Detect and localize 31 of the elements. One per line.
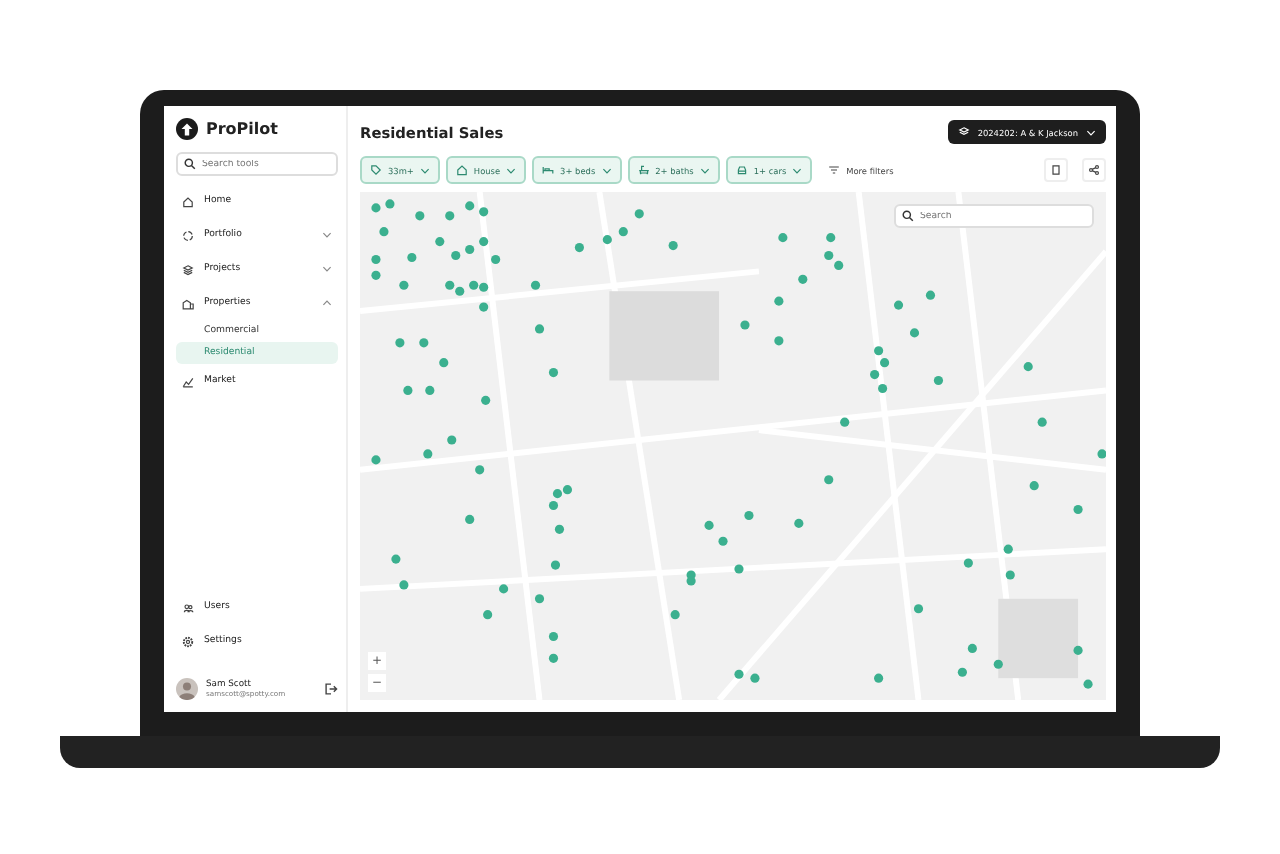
chevron-icon bbox=[699, 167, 710, 173]
car-icon bbox=[735, 164, 748, 176]
house-icon bbox=[455, 164, 468, 176]
logo-icon bbox=[176, 118, 198, 140]
chevron-icon bbox=[322, 232, 332, 238]
settings-icon bbox=[182, 635, 194, 647]
chevron-icon bbox=[322, 266, 332, 272]
layers-icon bbox=[957, 126, 970, 138]
people-icon bbox=[182, 601, 194, 613]
bed-icon bbox=[542, 164, 555, 176]
ring-icon bbox=[182, 229, 194, 241]
avatar-icon bbox=[176, 678, 198, 700]
share-icon[interactable] bbox=[1082, 158, 1106, 182]
chevron-icon bbox=[506, 167, 517, 173]
search-icon bbox=[184, 158, 196, 170]
filter-icon bbox=[828, 164, 841, 176]
bathtub-icon bbox=[637, 164, 650, 176]
app-name: ProPilot bbox=[206, 120, 278, 138]
bookmark-icon[interactable] bbox=[1044, 158, 1068, 182]
tag-icon bbox=[370, 164, 382, 176]
layers-icon bbox=[182, 263, 194, 275]
buildings-icon bbox=[182, 297, 194, 309]
house-icon bbox=[182, 195, 194, 207]
chevron-icon bbox=[792, 167, 803, 173]
search-icon bbox=[902, 210, 914, 222]
chevron-icon bbox=[601, 167, 612, 173]
chevron-icon bbox=[1086, 129, 1096, 135]
chart-icon bbox=[182, 375, 194, 387]
chevron-icon bbox=[322, 300, 332, 306]
logout-icon[interactable] bbox=[324, 682, 338, 696]
chevron-icon bbox=[419, 167, 430, 173]
